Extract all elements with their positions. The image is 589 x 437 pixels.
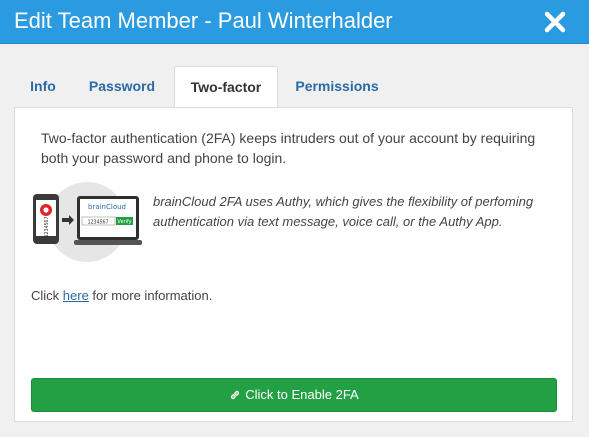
tab-permissions[interactable]: Permissions [284,66,390,106]
link-icon [231,390,240,400]
verify-badge: Verify [117,219,131,225]
more-info-text: Click here for more information. [31,288,212,303]
two-factor-panel: Two-factor authentication (2FA) keeps in… [14,107,573,422]
more-info-prefix: Click [31,288,63,303]
tab-info[interactable]: Info [14,66,72,106]
more-info-suffix: for more information. [88,288,213,303]
close-icon[interactable] [543,10,567,34]
more-info-link[interactable]: here [63,288,89,303]
authy-description: brainCloud 2FA uses Authy, which gives t… [153,194,534,229]
phone-code: 1234567 [44,216,50,237]
tab-two-factor[interactable]: Two-factor [174,66,278,108]
tab-bar: Info Password Two-factor Permissions [14,66,574,108]
modal-header: Edit Team Member - Paul Winterhalder [0,0,589,44]
authy-illustration: 1234567 brainCloud 1234567 Verify [33,182,142,262]
modal-title: Edit Team Member - Paul Winterhalder [14,8,393,33]
laptop-brand: brainCloud [88,203,126,211]
two-factor-intro: Two-factor authentication (2FA) keeps in… [41,130,536,166]
tab-password[interactable]: Password [80,66,164,106]
edit-team-member-modal: Edit Team Member - Paul Winterhalder Inf… [0,0,589,437]
enable-2fa-button[interactable]: Click to Enable 2FA [31,378,557,412]
enable-2fa-label: Click to Enable 2FA [245,387,359,402]
laptop-code: 1234567 [87,220,108,226]
